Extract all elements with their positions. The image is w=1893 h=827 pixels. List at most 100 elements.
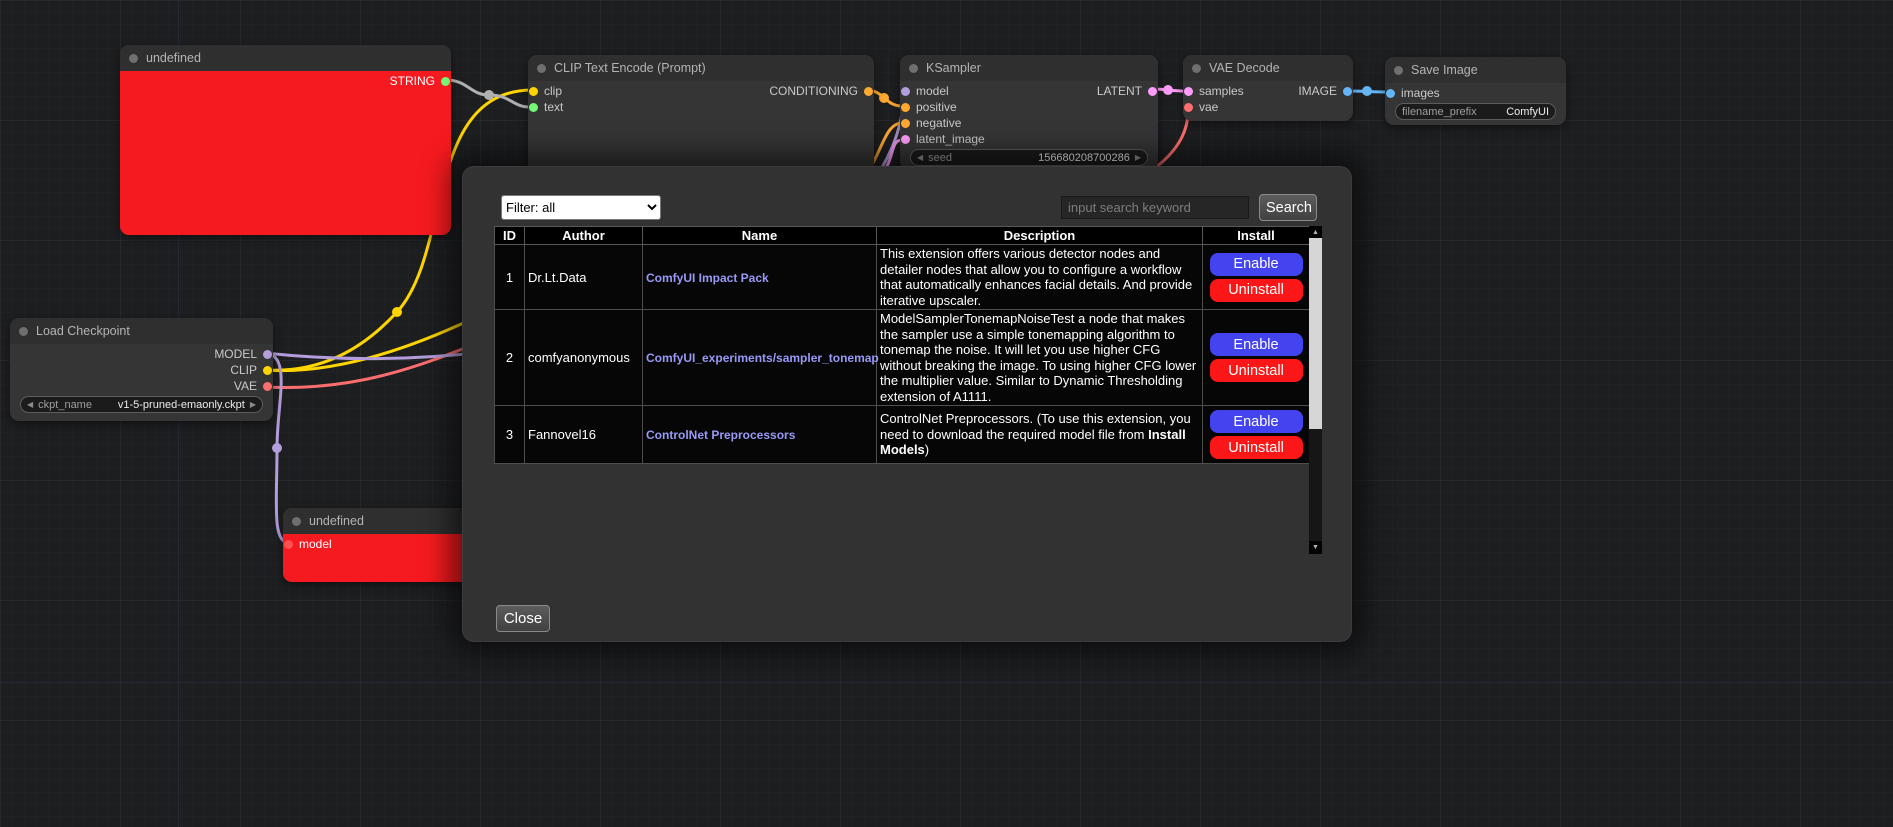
output-slot-label: MODEL	[214, 347, 257, 361]
node-save-image[interactable]: Save Image images filename_prefix ComfyU…	[1385, 57, 1566, 125]
node-title-bar[interactable]: Save Image	[1385, 57, 1566, 83]
node-title-bar[interactable]: undefined	[283, 508, 473, 534]
input-slot-positive[interactable]	[901, 103, 910, 112]
cell-install: Enable Uninstall	[1203, 245, 1310, 310]
widget-label: ckpt_name	[38, 399, 92, 411]
extension-name-link[interactable]: ComfyUI Impact Pack	[646, 271, 769, 285]
cell-author: Fannovel16	[525, 406, 643, 464]
node-body: images filename_prefix ComfyUI	[1385, 83, 1566, 120]
widget-label: seed	[928, 152, 952, 164]
extension-name-link[interactable]: ControlNet Preprocessors	[646, 428, 795, 442]
node-collapse-dot[interactable]	[1192, 64, 1201, 73]
output-slot-label: CLIP	[230, 363, 257, 377]
node-title-label: VAE Decode	[1209, 61, 1280, 75]
cell-desc: ModelSamplerTonemapNoiseTest a node that…	[877, 310, 1203, 406]
output-slot-latent[interactable]	[1148, 87, 1157, 96]
enable-button[interactable]: Enable	[1210, 253, 1303, 276]
input-slot-label: vae	[1199, 100, 1218, 114]
node-collapse-dot[interactable]	[537, 64, 546, 73]
uninstall-button[interactable]: Uninstall	[1210, 436, 1303, 459]
column-header-author: Author	[525, 227, 643, 245]
cell-name: ComfyUI Impact Pack	[643, 245, 877, 310]
input-slot-model[interactable]	[284, 540, 293, 549]
input-slot-samples[interactable]	[1184, 87, 1193, 96]
output-slot-string[interactable]	[441, 77, 450, 86]
node-vae-decode[interactable]: VAE Decode samples IMAGE vae	[1183, 55, 1353, 121]
node-collapse-dot[interactable]	[1394, 66, 1403, 75]
extension-row: 3Fannovel16ControlNet PreprocessorsContr…	[495, 406, 1310, 464]
input-slot-images[interactable]	[1386, 89, 1395, 98]
input-slot-label: samples	[1199, 84, 1244, 98]
previous-arrow-icon[interactable]: ◀	[27, 401, 33, 409]
node-title-label: CLIP Text Encode (Prompt)	[554, 61, 706, 75]
node-title-bar[interactable]: VAE Decode	[1183, 55, 1353, 81]
close-button[interactable]: Close	[496, 605, 550, 632]
input-slot-label: model	[299, 537, 332, 551]
input-slot-label: text	[544, 100, 563, 114]
ckpt-name-widget[interactable]: ◀ ckpt_name v1-5-pruned-emaonly.ckpt ▶	[20, 396, 263, 413]
seed-widget[interactable]: ◀ seed 156680208700286 ▶	[910, 149, 1148, 166]
cell-id: 1	[495, 245, 525, 310]
input-slot-vae[interactable]	[1184, 103, 1193, 112]
node-title-bar[interactable]: undefined	[120, 45, 451, 71]
input-slot-label: images	[1401, 86, 1440, 100]
scroll-down-icon[interactable]: ▼	[1309, 541, 1322, 554]
widget-value: ComfyUI	[1506, 106, 1549, 118]
canvas-axis-horizontal	[0, 682, 1893, 683]
decrement-arrow-icon[interactable]: ◀	[917, 154, 923, 162]
node-title-bar[interactable]: Load Checkpoint	[10, 318, 273, 344]
output-slot-vae[interactable]	[263, 382, 272, 391]
node-title-bar[interactable]: CLIP Text Encode (Prompt)	[528, 55, 874, 81]
output-slot-image[interactable]	[1343, 87, 1352, 96]
output-slot-label: IMAGE	[1298, 84, 1337, 98]
node-error-body: model	[283, 534, 473, 582]
input-slot-latent-image[interactable]	[901, 135, 910, 144]
node-body: clip CONDITIONING text	[528, 81, 874, 115]
output-slot-clip[interactable]	[263, 366, 272, 375]
node-collapse-dot[interactable]	[292, 517, 301, 526]
node-collapse-dot[interactable]	[909, 64, 918, 73]
output-slot-label: CONDITIONING	[769, 84, 858, 98]
node-load-checkpoint[interactable]: Load Checkpoint MODEL CLIP VAE ◀ ckpt_na…	[10, 318, 273, 421]
cell-install: Enable Uninstall	[1203, 310, 1310, 406]
node-ksampler[interactable]: KSampler model LATENT positive negative	[900, 55, 1158, 170]
filename-prefix-widget[interactable]: filename_prefix ComfyUI	[1395, 103, 1556, 120]
input-slot-label: latent_image	[916, 132, 985, 146]
input-slot-clip[interactable]	[529, 87, 538, 96]
enable-button[interactable]: Enable	[1210, 410, 1303, 433]
search-input[interactable]	[1061, 196, 1249, 219]
widget-value: v1-5-pruned-emaonly.ckpt	[118, 399, 245, 411]
cell-desc: ControlNet Preprocessors. (To use this e…	[877, 406, 1203, 464]
output-slot-model[interactable]	[263, 350, 272, 359]
node-collapse-dot[interactable]	[19, 327, 28, 336]
cell-id: 2	[495, 310, 525, 406]
uninstall-button[interactable]: Uninstall	[1210, 279, 1303, 302]
filter-select[interactable]: Filter: all	[501, 195, 661, 220]
extension-name-link[interactable]: ComfyUI_experiments/sampler_tonemap	[646, 351, 879, 365]
input-slot-text[interactable]	[529, 103, 538, 112]
node-body: MODEL CLIP VAE ◀ ckpt_name v1-5-pruned-e…	[10, 344, 273, 413]
next-arrow-icon[interactable]: ▶	[250, 401, 256, 409]
input-slot-model[interactable]	[901, 87, 910, 96]
increment-arrow-icon[interactable]: ▶	[1135, 154, 1141, 162]
input-slot-label: model	[916, 84, 949, 98]
scrollbar[interactable]: ▲ ▼	[1309, 226, 1322, 554]
node-collapse-dot[interactable]	[129, 54, 138, 63]
widget-label: filename_prefix	[1402, 106, 1477, 118]
output-slot-conditioning[interactable]	[864, 87, 873, 96]
cell-desc: This extension offers various detector n…	[877, 245, 1203, 310]
uninstall-button[interactable]: Uninstall	[1210, 359, 1303, 382]
input-slot-negative[interactable]	[901, 119, 910, 128]
column-header-description: Description	[877, 227, 1203, 245]
column-header-install: Install	[1203, 227, 1310, 245]
node-title-bar[interactable]: KSampler	[900, 55, 1158, 81]
node-undefined-bottom[interactable]: undefined model	[283, 508, 473, 582]
cell-name: ComfyUI_experiments/sampler_tonemap	[643, 310, 877, 406]
table-body: 1Dr.Lt.DataComfyUI Impact PackThis exten…	[495, 245, 1310, 464]
extension-row: 2comfyanonymousComfyUI_experiments/sampl…	[495, 310, 1310, 406]
node-undefined-top[interactable]: undefined STRING	[120, 45, 451, 235]
widget-value: 156680208700286	[1038, 152, 1130, 164]
search-button[interactable]: Search	[1259, 194, 1317, 221]
enable-button[interactable]: Enable	[1210, 333, 1303, 356]
scrollbar-thumb[interactable]	[1309, 238, 1322, 429]
